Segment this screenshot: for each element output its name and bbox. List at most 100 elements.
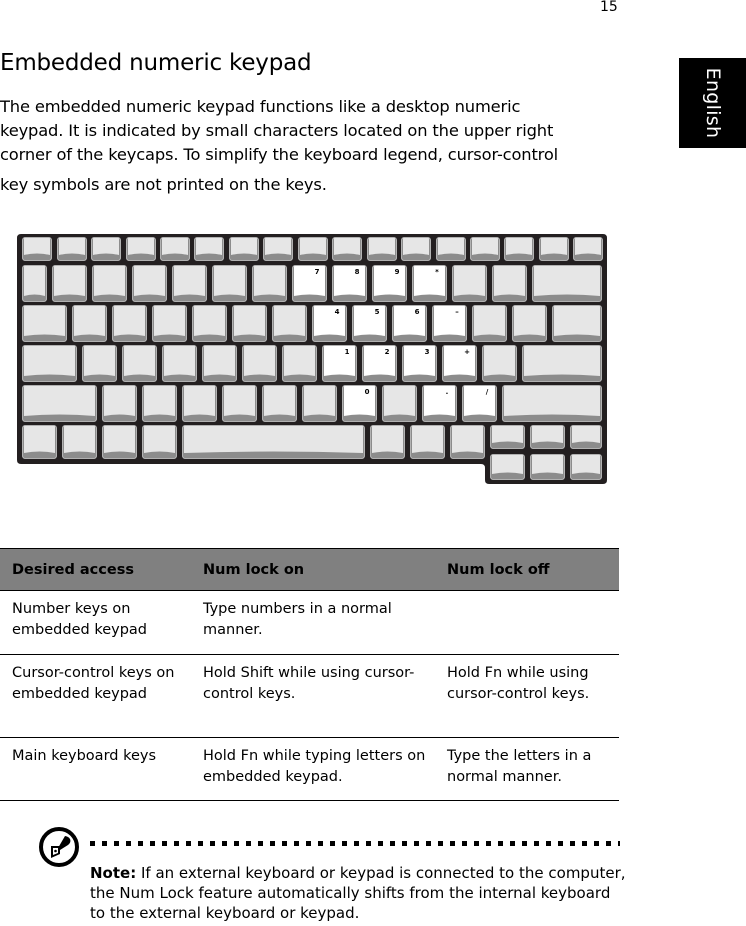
key xyxy=(172,265,207,302)
note-divider xyxy=(90,841,620,846)
key xyxy=(272,305,307,342)
key: * xyxy=(412,265,447,302)
key xyxy=(252,265,287,302)
note-paragraph: Note: If an external keyboard or keypad … xyxy=(90,863,630,923)
key: 4 xyxy=(312,305,347,342)
key: – xyxy=(432,305,467,342)
keypad-legend: 9 xyxy=(395,268,400,276)
key xyxy=(504,237,534,261)
key xyxy=(222,385,257,422)
key xyxy=(22,265,47,302)
key xyxy=(490,425,525,449)
note-body: If an external keyboard or keypad is con… xyxy=(90,864,626,922)
key xyxy=(72,305,107,342)
key xyxy=(332,237,362,261)
table-row: Cursor-control keys on embedded keypad H… xyxy=(0,654,619,738)
key xyxy=(102,385,137,422)
key xyxy=(162,345,197,382)
key: 1 xyxy=(322,345,357,382)
key xyxy=(492,265,527,302)
table-row: Number keys on embedded keypad Type numb… xyxy=(0,590,619,655)
table-cell: Type numbers in a normal manner. xyxy=(191,590,435,655)
keypad-legend: 1 xyxy=(345,348,350,356)
table-cell: Number keys on embedded keypad xyxy=(0,590,191,655)
key xyxy=(470,237,500,261)
key xyxy=(382,385,417,422)
key xyxy=(570,425,602,449)
key xyxy=(229,237,259,261)
note-label: Note: xyxy=(90,864,137,882)
key xyxy=(552,305,602,342)
key xyxy=(112,305,147,342)
intro-line: key symbols are not printed on the keys. xyxy=(0,175,327,194)
key: / xyxy=(462,385,497,422)
keypad-legend: 4 xyxy=(335,308,340,316)
key xyxy=(370,425,405,459)
key xyxy=(263,237,293,261)
key xyxy=(522,345,602,382)
key xyxy=(401,237,431,261)
key xyxy=(530,425,565,449)
language-tab: English xyxy=(679,58,746,148)
header-num-lock-on: Num lock on xyxy=(191,548,435,591)
key xyxy=(22,237,52,261)
key xyxy=(22,385,97,422)
key xyxy=(532,265,602,302)
keypad-legend: 6 xyxy=(415,308,420,316)
key: 9 xyxy=(372,265,407,302)
key: + xyxy=(442,345,477,382)
key: 5 xyxy=(352,305,387,342)
key: . xyxy=(422,385,457,422)
key xyxy=(232,305,267,342)
keypad-legend: . xyxy=(446,388,449,396)
key xyxy=(539,237,569,261)
key xyxy=(102,425,137,459)
key xyxy=(122,345,157,382)
table-cell: Hold Fn while typing letters on embedded… xyxy=(191,737,435,801)
keypad-legend: / xyxy=(486,388,489,396)
key xyxy=(298,237,328,261)
language-tab-label: English xyxy=(701,67,724,139)
key xyxy=(202,345,237,382)
key xyxy=(502,385,602,422)
key xyxy=(472,305,507,342)
key xyxy=(573,237,603,261)
key xyxy=(282,345,317,382)
key xyxy=(482,345,517,382)
keypad-legend: 2 xyxy=(385,348,390,356)
keypad-legend: 8 xyxy=(355,268,360,276)
keypad-access-table: Desired access Num lock on Num lock off … xyxy=(0,548,619,801)
key xyxy=(91,237,121,261)
key xyxy=(182,385,217,422)
header-desired-access: Desired access xyxy=(0,548,191,591)
table-cell: Hold Shift while using cursor-control ke… xyxy=(191,654,435,738)
table-cell: Hold Fn while using cursor-control keys. xyxy=(435,654,619,738)
key xyxy=(450,425,485,459)
key xyxy=(22,305,67,342)
key xyxy=(512,305,547,342)
intro-line: keypad. It is indicated by small charact… xyxy=(0,121,554,140)
key: 7 xyxy=(292,265,327,302)
keypad-legend: + xyxy=(464,348,470,356)
key xyxy=(530,454,565,480)
key xyxy=(142,425,177,459)
key xyxy=(192,305,227,342)
key xyxy=(52,265,87,302)
table-row: Main keyboard keys Hold Fn while typing … xyxy=(0,737,619,801)
key xyxy=(367,237,397,261)
keypad-legend: 0 xyxy=(365,388,370,396)
key xyxy=(92,265,127,302)
table-cell xyxy=(435,590,619,655)
note-pen-icon xyxy=(39,827,79,867)
key xyxy=(302,385,337,422)
intro-line: The embedded numeric keypad functions li… xyxy=(0,97,521,116)
key xyxy=(132,265,167,302)
keypad-legend: 7 xyxy=(315,268,320,276)
key xyxy=(22,345,77,382)
key xyxy=(410,425,445,459)
keypad-legend: – xyxy=(455,308,459,316)
key xyxy=(452,265,487,302)
key xyxy=(182,425,365,459)
keypad-legend: 5 xyxy=(375,308,380,316)
intro-paragraph: The embedded numeric keypad functions li… xyxy=(0,95,620,197)
